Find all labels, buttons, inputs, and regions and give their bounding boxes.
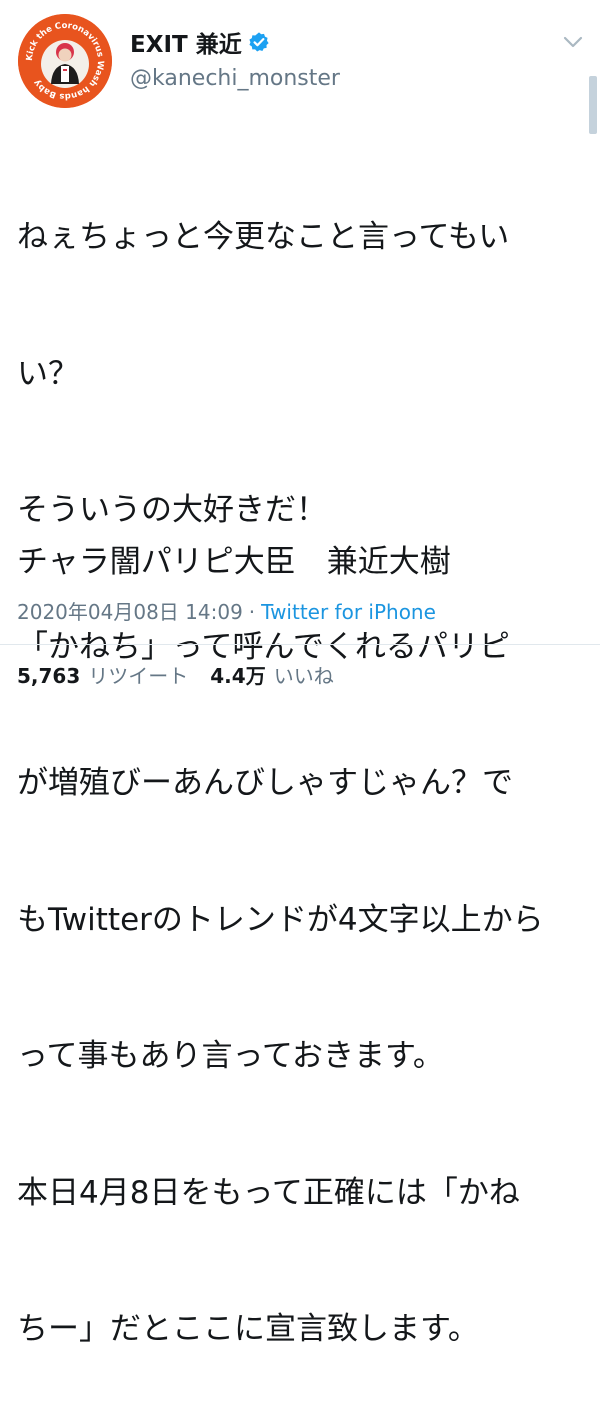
user-handle[interactable]: @kanechi_monster <box>130 66 340 91</box>
verified-badge-icon <box>248 31 270 53</box>
tweet-meta: 2020年04月08日 14:09 · Twitter for iPhone <box>17 596 436 625</box>
like-label[interactable]: いいね <box>274 660 334 689</box>
tweet-text: ねぇちょっと今更なこと言ってもい い？ そういうの大好きだ！ 「かねち」って呼ん… <box>17 124 585 1404</box>
tweet-line: そういうの大好きだ！ <box>17 492 327 528</box>
tweet-line: が増殖びーあんびしゃすじゃん？で <box>17 765 513 801</box>
tweet-line: い？ <box>17 355 79 392</box>
tweet-line: もTwitterのトレンドが4文字以上から <box>17 901 544 938</box>
avatar-image: Kick the Coronavirus Wash hands Baby <box>18 14 112 108</box>
tweet-line: ちー」だとここに宣言致します。 <box>17 1311 479 1347</box>
tweet-line: って事もあり言っておきます。 <box>17 1038 444 1074</box>
tweet-line: 本日4月8日をもって正確には「かね <box>17 1174 520 1211</box>
tweet-card: Kick the Coronavirus Wash hands Baby EXI… <box>0 0 600 1347</box>
divider <box>0 644 600 645</box>
display-name[interactable]: EXIT 兼近 <box>130 25 242 59</box>
like-count[interactable]: 4.4万 <box>210 660 265 689</box>
source-link[interactable]: Twitter for iPhone <box>261 600 436 624</box>
retweet-count[interactable]: 5,763 <box>17 664 80 688</box>
avatar[interactable]: Kick the Coronavirus Wash hands Baby <box>18 14 112 108</box>
meta-separator: · <box>248 600 256 624</box>
tweet-signature: チャラ闇パリピ大臣 兼近大樹 <box>17 544 451 580</box>
scrollbar-thumb[interactable] <box>589 76 597 134</box>
retweet-label[interactable]: リツイート <box>88 660 188 689</box>
tweet-stats: 5,763 リツイート 4.4万 いいね <box>17 660 356 689</box>
author-name-row[interactable]: EXIT 兼近 <box>130 26 270 58</box>
timestamp[interactable]: 2020年04月08日 14:09 <box>17 596 243 625</box>
chevron-down-icon[interactable] <box>560 32 586 52</box>
tweet-line: ねぇちょっと今更なこと言ってもい <box>17 219 510 255</box>
